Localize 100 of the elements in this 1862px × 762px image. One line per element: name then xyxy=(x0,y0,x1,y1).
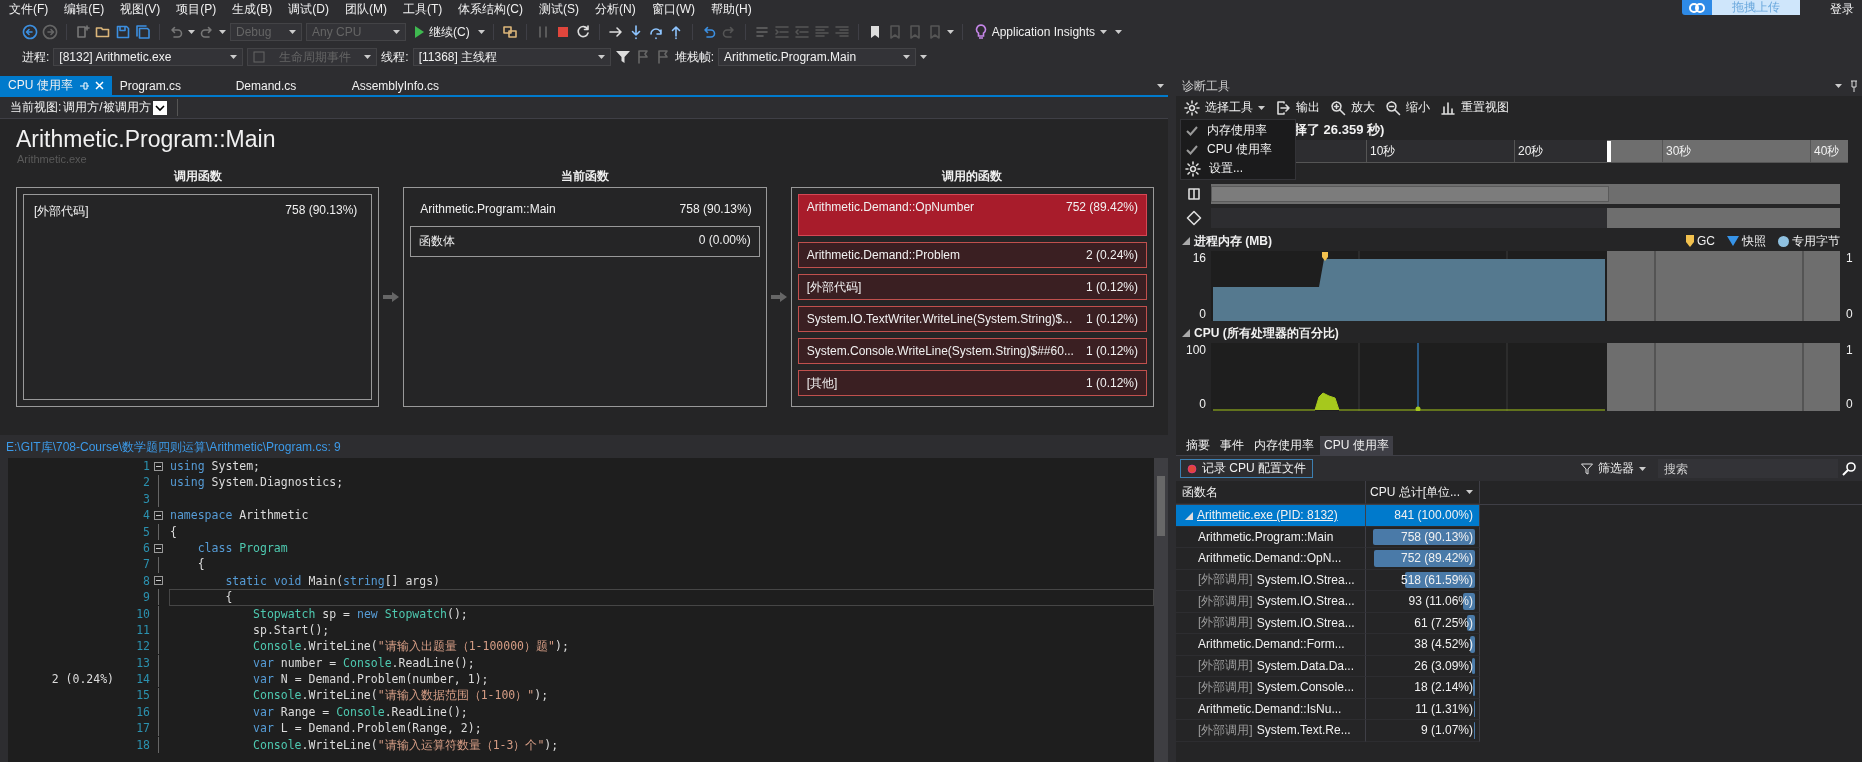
stack-frame-dropdown[interactable]: Arithmetic.Program.Main xyxy=(718,48,917,66)
menu-item[interactable]: 视图(V) xyxy=(115,1,172,18)
pin-icon[interactable] xyxy=(78,80,89,91)
collapse-icon[interactable] xyxy=(154,510,163,520)
table-row[interactable]: Arithmetic.Program::Main 758 (90.13%) xyxy=(1176,526,1862,548)
menu-item[interactable]: 体系结构(C) xyxy=(453,1,534,18)
document-tab[interactable]: AssemblyInfo.cs xyxy=(343,76,460,95)
diamond-icon[interactable] xyxy=(1185,210,1202,226)
save-icon[interactable] xyxy=(115,24,131,40)
menu-item[interactable]: 生成(B) xyxy=(227,1,284,18)
file-path[interactable]: E:\GIT库\708-Course\数学题四则运算\Arithmetic\Program.cs: 9 xyxy=(6,438,341,456)
zoom-out-button[interactable]: 缩小 xyxy=(1381,97,1434,118)
continue-button[interactable]: 继续(C) xyxy=(410,22,474,42)
legend-label: 快照 xyxy=(1742,232,1766,250)
tab[interactable]: 内存使用率 xyxy=(1250,436,1318,455)
undo-icon[interactable] xyxy=(168,24,184,40)
function-body-item[interactable]: 函数体 0 (0.00%) xyxy=(410,226,760,257)
redo-icon[interactable] xyxy=(199,24,215,40)
collapse-icon[interactable] xyxy=(154,461,163,471)
collapse-triangle-icon[interactable] xyxy=(1182,237,1190,245)
magnifier-minus-icon[interactable] xyxy=(1385,99,1401,116)
arrow-right-icon[interactable] xyxy=(607,24,624,40)
sign-in-link[interactable]: 登录 xyxy=(1830,1,1854,18)
callee-item[interactable]: Arithmetic.Demand::OpNumber 752 (89.42%) xyxy=(797,194,1147,236)
callee-item[interactable]: Arithmetic.Demand::Problem 2 (0.24%) xyxy=(797,242,1147,268)
back-icon[interactable] xyxy=(22,24,38,40)
scrollbar-thumb[interactable] xyxy=(1157,476,1165,536)
table-row[interactable]: [外部调用] System.Console... 18 (2.14%) xyxy=(1176,677,1862,699)
tab[interactable]: 事件 xyxy=(1216,436,1248,455)
filter-dropdown[interactable]: 筛选器 xyxy=(1577,458,1650,479)
caller-item[interactable]: [外部代码] 758 (90.13%) xyxy=(23,194,373,400)
callee-item[interactable]: System.Console.WriteLine(System.String)$##60... 1 (0.12%) xyxy=(797,338,1147,364)
collapse-triangle-icon[interactable] xyxy=(1182,329,1190,337)
filter-icon[interactable] xyxy=(614,49,631,65)
scrollbar[interactable] xyxy=(1154,458,1168,762)
callee-item[interactable]: System.IO.TextWriter.WriteLine(System.String)$... 1 (0.12%) xyxy=(797,306,1147,332)
open-folder-icon[interactable] xyxy=(95,24,111,40)
menu-item[interactable]: CPU 使用率 xyxy=(1181,140,1295,159)
column-header[interactable]: 函数名 xyxy=(1182,483,1218,501)
lightbulb-icon xyxy=(974,24,987,40)
function-name: System.IO.Strea... xyxy=(1256,594,1355,609)
thread-dropdown[interactable]: [11368] 主线程 xyxy=(412,48,611,66)
cpu-total-value: 841 (100.00%) xyxy=(1394,508,1473,523)
export-icon[interactable] xyxy=(1275,99,1291,116)
table-row[interactable]: Arithmetic.exe (PID: 8132) 841 (100.00%) xyxy=(1176,505,1862,527)
document-tab[interactable]: Demand.cs xyxy=(227,76,344,95)
table-row[interactable]: Arithmetic.Demand::IsNu... 11 (1.31%) xyxy=(1176,698,1862,720)
project-icon[interactable] xyxy=(501,24,518,40)
forward-icon[interactable] xyxy=(42,24,58,40)
code-line: Console.WriteLine("请输入数据范围（1-100）"); xyxy=(252,688,549,703)
expander-icon[interactable] xyxy=(1184,510,1193,520)
gear-icon[interactable] xyxy=(1184,99,1200,116)
menu-item[interactable]: 帮助(H) xyxy=(706,1,763,18)
menu-item[interactable]: 团队(M) xyxy=(340,1,398,18)
application-insights-button[interactable]: Application Insights xyxy=(970,22,1112,42)
document-tab[interactable]: CPU 使用率 xyxy=(0,76,112,95)
new-project-icon[interactable] xyxy=(75,24,91,40)
table-row[interactable]: Arithmetic.Demand::OpN... 752 (89.42%) xyxy=(1176,548,1862,570)
menu-item[interactable]: 文件(F) xyxy=(4,1,60,18)
menu-item[interactable]: 工具(T) xyxy=(398,1,454,18)
code-line: using System; xyxy=(170,459,260,473)
menu-item[interactable]: 分析(N) xyxy=(590,1,647,18)
bar-chart-icon[interactable] xyxy=(1440,99,1456,116)
zoom-in-button[interactable]: 放大 xyxy=(1326,97,1379,118)
output-button[interactable]: 输出 xyxy=(1271,97,1324,118)
selection-marker[interactable] xyxy=(1607,141,1611,162)
view-dropdown[interactable]: 调用方/被调用方 xyxy=(63,99,178,116)
menu-item[interactable]: 调试(D) xyxy=(283,1,340,18)
close-icon[interactable] xyxy=(94,81,104,90)
pin-icon[interactable] xyxy=(1850,80,1858,92)
table-row[interactable]: [外部调用] System.Text.Re... 9 (1.07%) xyxy=(1176,720,1862,742)
callee-item[interactable]: [外部代码] 1 (0.12%) xyxy=(797,274,1147,300)
function-name: Arithmetic.Demand::OpNumber xyxy=(806,200,975,214)
reset-view-button[interactable]: 重置视图 xyxy=(1436,97,1513,118)
menu-item[interactable]: 项目(P) xyxy=(171,1,228,18)
function-name: System.IO.Strea... xyxy=(1256,572,1355,587)
pause-lane-icon[interactable] xyxy=(1185,186,1202,202)
magnifier-plus-icon[interactable] xyxy=(1330,99,1346,116)
process-dropdown[interactable]: [8132] Arithmetic.exe xyxy=(53,48,244,66)
collapse-icon[interactable] xyxy=(154,543,163,553)
save-all-icon[interactable] xyxy=(135,24,151,40)
select-tools-button[interactable]: 选择工具 xyxy=(1180,97,1269,118)
menu-item[interactable]: 窗口(W) xyxy=(646,1,706,18)
search-field[interactable]: 搜索 xyxy=(1658,459,1838,478)
document-tab[interactable]: Program.cs xyxy=(111,76,228,95)
gear-icon[interactable] xyxy=(1185,160,1201,177)
code-line: class Program xyxy=(196,540,288,555)
cpu-total-value: 18 (2.14%) xyxy=(1414,680,1473,695)
tab[interactable]: CPU 使用率 xyxy=(1320,436,1393,455)
cpu-total-value: 752 (89.42%) xyxy=(1400,551,1473,566)
function-value: 1 (0.12%) xyxy=(1085,344,1138,358)
tab[interactable]: 摘要 xyxy=(1182,436,1214,455)
menu-item[interactable]: 编辑(E) xyxy=(59,1,116,18)
line-cpu-value: 2 (0.24%) xyxy=(51,672,114,687)
column-header[interactable]: CPU 总计[单位... xyxy=(1370,483,1460,501)
record-profile-button[interactable]: 记录 CPU 配置文件 xyxy=(1180,459,1313,478)
collapse-icon[interactable] xyxy=(154,576,163,586)
menu-item[interactable]: 内存使用率 xyxy=(1181,121,1295,140)
menu-item[interactable]: 测试(S) xyxy=(534,1,590,18)
callee-item[interactable]: [其他] 1 (0.12%) xyxy=(797,370,1147,396)
